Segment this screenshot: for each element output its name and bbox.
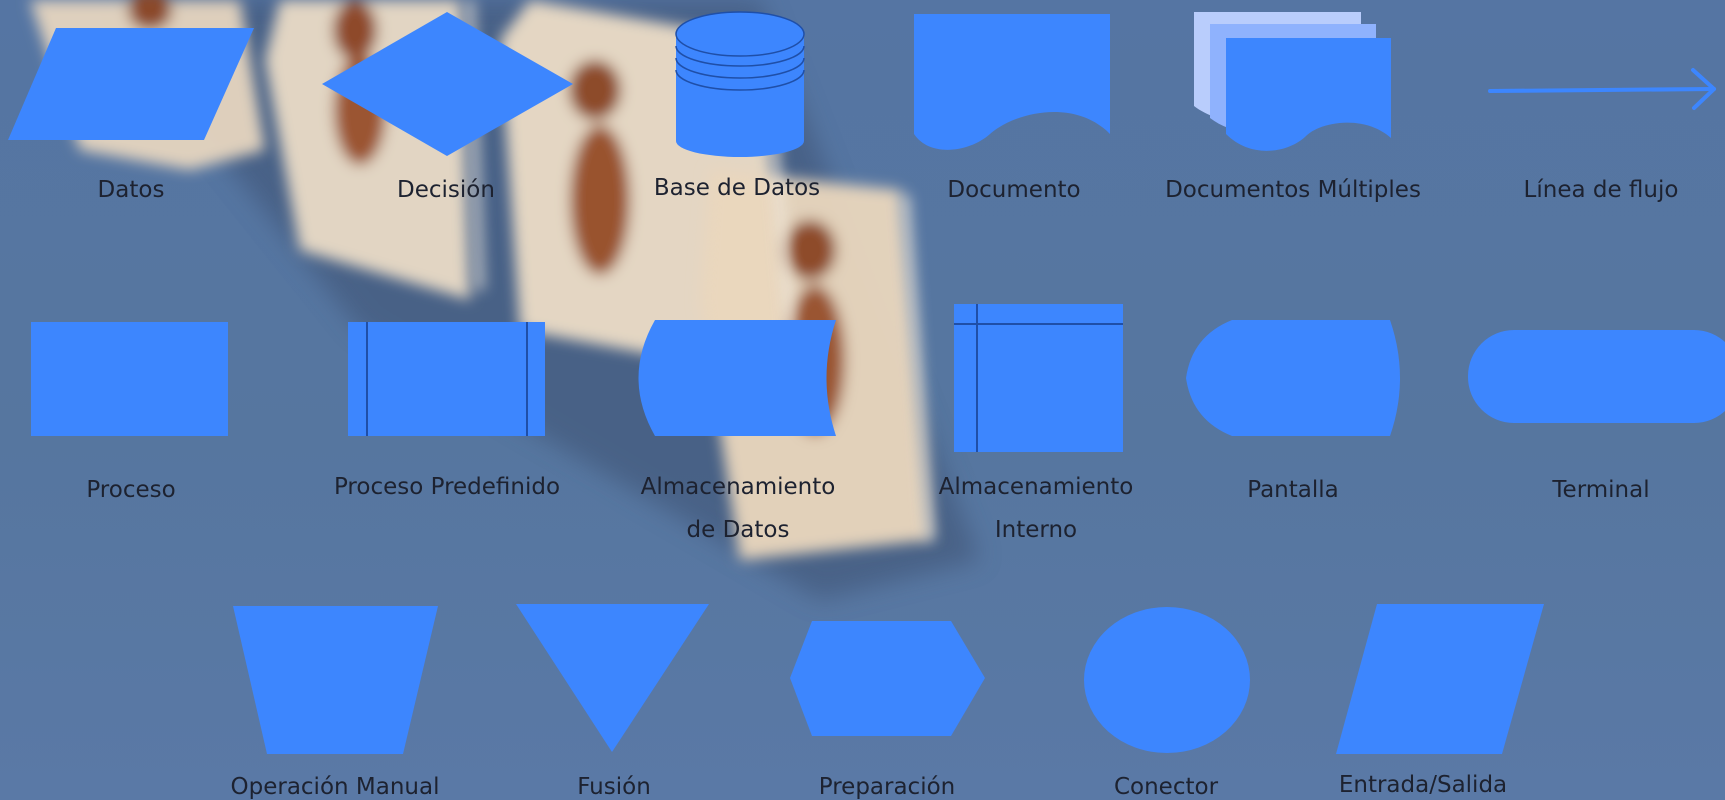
label-almacenamiento-datos-line1: Almacenamiento [640, 474, 836, 500]
label-almacenamiento-interno-line2: Interno [994, 517, 1078, 543]
datos-shape [8, 28, 254, 140]
flowchart-symbols-canvas: Datos Decisión Base de Datos Documento D… [0, 0, 1725, 800]
base-de-datos-shape [675, 11, 805, 157]
label-documento: Documento [947, 177, 1081, 203]
label-terminal: Terminal [1552, 477, 1650, 503]
documentos-multiples-shape [1194, 12, 1391, 151]
label-operacion-manual: Operación Manual [230, 774, 440, 800]
terminal-shape [1468, 330, 1725, 423]
conector-shape [1084, 607, 1250, 753]
label-conector: Conector [1113, 774, 1219, 800]
entrada-salida-shape [1336, 604, 1544, 754]
label-proceso: Proceso [86, 477, 176, 503]
operacion-manual-shape [233, 606, 438, 754]
label-entrada-salida: Entrada/Salida [1338, 772, 1508, 798]
label-pantalla: Pantalla [1247, 477, 1339, 503]
flowchart-shapes-layer [8, 11, 1725, 754]
label-decision: Decisión [397, 177, 495, 203]
almacenamiento-interno-shape [954, 304, 1123, 452]
decision-shape [322, 12, 573, 156]
preparacion-shape [790, 621, 985, 736]
label-fusion: Fusión [577, 774, 651, 800]
label-datos: Datos [97, 177, 165, 203]
label-proceso-predefinido: Proceso Predefinido [333, 474, 561, 500]
label-base-de-datos: Base de Datos [653, 175, 821, 201]
label-preparacion: Preparación [818, 774, 956, 800]
documento-shape [914, 14, 1110, 150]
arrow-right-icon [1488, 68, 1716, 110]
label-linea-de-flujo: Línea de flujo [1523, 177, 1679, 203]
proceso-predefinido-shape [348, 322, 545, 436]
pantalla-shape [1186, 320, 1400, 436]
label-documentos-multiples: Documentos Múltiples [1165, 177, 1421, 203]
proceso-shape [31, 322, 228, 436]
fusion-shape [516, 604, 709, 752]
almacenamiento-datos-shape [638, 320, 836, 436]
label-almacenamiento-datos-line2: de Datos [686, 517, 790, 543]
label-almacenamiento-interno-line1: Almacenamiento [938, 474, 1134, 500]
